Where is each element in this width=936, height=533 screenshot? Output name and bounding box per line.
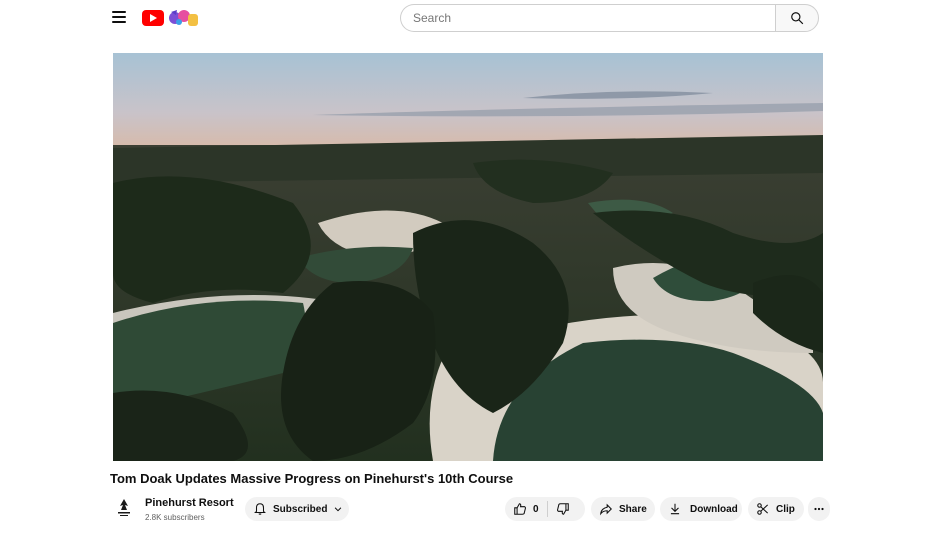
search-icon bbox=[791, 12, 804, 25]
share-button[interactable]: Share bbox=[591, 497, 655, 521]
share-label: Share bbox=[619, 503, 647, 515]
more-actions-button[interactable] bbox=[808, 497, 830, 521]
download-button[interactable]: Download bbox=[660, 497, 742, 521]
chevron-down-icon bbox=[335, 507, 342, 512]
subscribed-label: Subscribed bbox=[273, 503, 328, 515]
thumbs-down-icon bbox=[556, 503, 569, 515]
clip-button[interactable]: Clip bbox=[748, 497, 804, 521]
dislike-button[interactable] bbox=[548, 497, 578, 521]
like-count: 0 bbox=[533, 503, 539, 515]
youtube-logo[interactable] bbox=[142, 8, 204, 28]
share-icon bbox=[600, 503, 612, 516]
search-bar bbox=[400, 4, 819, 32]
more-horizontal-icon bbox=[814, 507, 824, 511]
download-label: Download bbox=[690, 503, 738, 515]
like-button[interactable]: 0 bbox=[505, 497, 547, 521]
download-icon bbox=[670, 503, 680, 515]
pinehurst-logo-icon bbox=[118, 499, 130, 516]
youtube-logo-icon bbox=[142, 10, 164, 26]
subscribed-button[interactable]: Subscribed bbox=[245, 497, 349, 521]
clip-label: Clip bbox=[776, 503, 795, 515]
search-input[interactable] bbox=[400, 4, 775, 32]
channel-name[interactable]: Pinehurst Resort bbox=[145, 497, 234, 509]
video-player[interactable] bbox=[113, 53, 823, 461]
hamburger-menu-icon[interactable] bbox=[108, 6, 130, 28]
like-dislike-group: 0 bbox=[505, 497, 585, 521]
video-title: Tom Doak Updates Massive Progress on Pin… bbox=[110, 471, 514, 486]
doodle-icon bbox=[169, 10, 198, 26]
scissors-icon bbox=[757, 503, 769, 515]
subscriber-count: 2.8K subscribers bbox=[145, 513, 205, 522]
bell-icon bbox=[254, 503, 266, 515]
top-bar bbox=[0, 0, 936, 36]
channel-avatar[interactable] bbox=[112, 496, 136, 520]
video-frame-image bbox=[113, 53, 823, 461]
search-button[interactable] bbox=[775, 4, 819, 32]
thumbs-up-icon bbox=[514, 503, 526, 515]
